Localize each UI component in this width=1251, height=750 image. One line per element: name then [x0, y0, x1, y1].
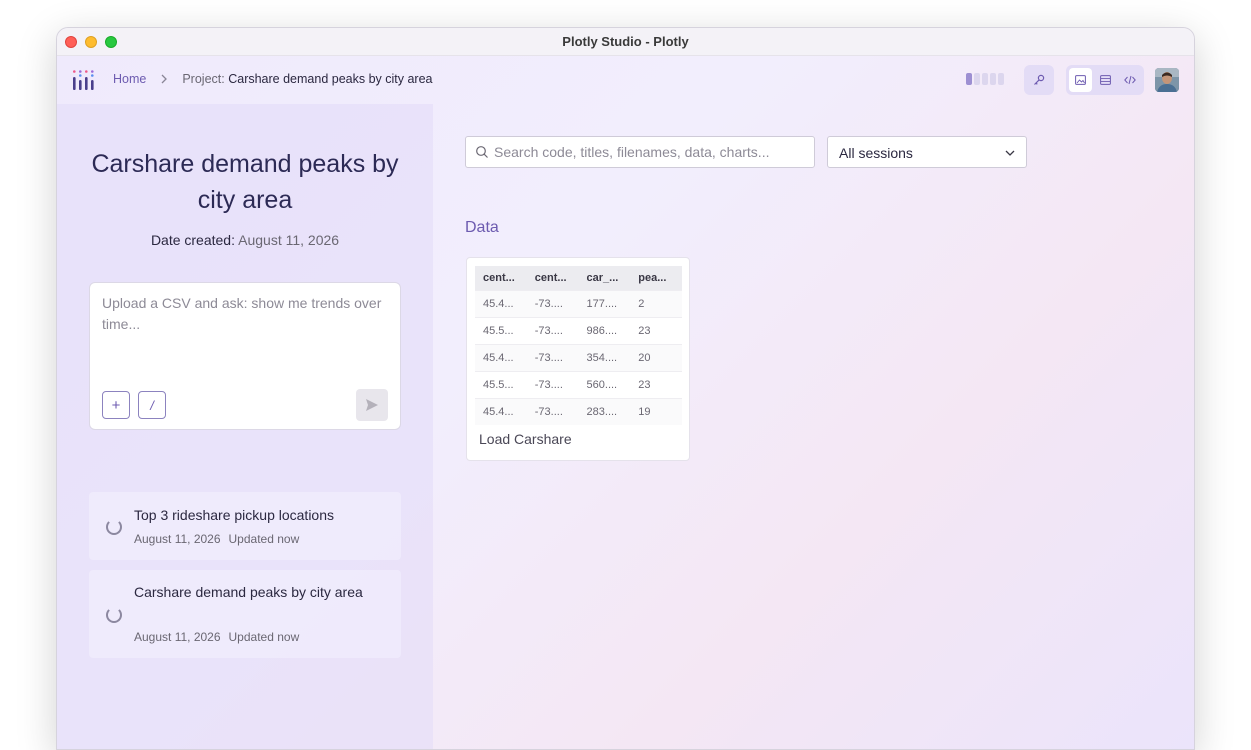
image-view-button[interactable] — [1069, 68, 1092, 92]
table-cell: 986.... — [578, 316, 631, 344]
slash-command-button[interactable]: / — [138, 391, 166, 419]
breadcrumb-project-name: Carshare demand peaks by city area — [228, 72, 433, 86]
session-updated: Updated now — [228, 630, 300, 644]
table-row: 45.4... -73.... 177.... 2 — [475, 289, 682, 317]
table-cell: -73.... — [526, 397, 579, 425]
usage-indicator — [966, 73, 1004, 85]
table-cell: -73.... — [526, 289, 579, 317]
session-date: August 11, 2026 — [134, 532, 221, 546]
slash-icon: / — [150, 397, 154, 413]
data-card-title: Load Carshare — [479, 431, 572, 447]
column-header: car_... — [578, 266, 631, 290]
api-key-button[interactable] — [1024, 65, 1054, 95]
image-view-icon — [1074, 75, 1086, 85]
search-icon — [476, 146, 488, 158]
table-row: 45.5... -73.... 560.... 23 — [475, 370, 682, 398]
table-cell: -73.... — [526, 343, 579, 371]
session-updated: Updated now — [228, 532, 300, 546]
table-cell: 283.... — [578, 397, 631, 425]
user-avatar[interactable] — [1155, 68, 1179, 92]
table-cell: 45.5... — [475, 370, 527, 398]
plotly-logo-icon[interactable] — [72, 70, 94, 90]
date-created: Date created: August 11, 2026 — [77, 232, 413, 248]
table-row: 45.5... -73.... 986.... 23 — [475, 316, 682, 344]
close-window-button[interactable] — [65, 36, 77, 48]
table-row: 45.4... -73.... 283.... 19 — [475, 397, 682, 425]
table-cell: -73.... — [526, 370, 579, 398]
search-field[interactable] — [465, 136, 815, 168]
data-section-heading: Data — [465, 219, 499, 236]
key-icon — [1034, 74, 1045, 85]
session-meta: August 11, 2026 Updated now — [134, 630, 299, 644]
column-header: cent... — [475, 266, 527, 290]
session-item[interactable]: Carshare demand peaks by city area Augus… — [89, 570, 401, 658]
app-window: Plotly Studio - Plotly Home Project: Car… — [56, 27, 1195, 750]
breadcrumb-project-label: Project: — [182, 72, 225, 86]
breadcrumb-home[interactable]: Home — [113, 72, 146, 86]
column-header: pea... — [630, 266, 682, 290]
table-cell: 45.4... — [475, 343, 527, 371]
table-cell: 23 — [630, 316, 682, 344]
avatar-image — [1155, 68, 1179, 92]
session-meta: August 11, 2026 Updated now — [134, 532, 299, 546]
table-cell: 45.4... — [475, 289, 527, 317]
table-cell: 2 — [630, 289, 682, 317]
table-row: 45.4... -73.... 354.... 20 — [475, 343, 682, 371]
usage-segment — [966, 73, 972, 85]
usage-segment — [974, 73, 980, 85]
usage-segment — [982, 73, 988, 85]
session-item[interactable]: Top 3 rideshare pickup locations August … — [89, 492, 401, 560]
breadcrumb: Home Project: Carshare demand peaks by c… — [113, 72, 433, 86]
code-view-button[interactable] — [1118, 68, 1141, 92]
send-icon — [366, 399, 378, 411]
date-created-value: August 11, 2026 — [238, 232, 340, 248]
send-button[interactable] — [356, 389, 388, 421]
code-view-icon — [1123, 75, 1136, 85]
session-filter-select[interactable]: All sessions — [827, 136, 1027, 168]
window-controls — [65, 36, 117, 48]
table-cell: 19 — [630, 397, 682, 425]
session-title: Top 3 rideshare pickup locations — [134, 507, 335, 523]
table-cell: 23 — [630, 370, 682, 398]
table-cell: 45.4... — [475, 397, 527, 425]
minimize-window-button[interactable] — [85, 36, 97, 48]
project-sidebar: Carshare demand peaks by city area Date … — [57, 104, 433, 749]
zoom-window-button[interactable] — [105, 36, 117, 48]
add-attachment-button[interactable]: + — [102, 391, 130, 419]
loading-spinner-icon — [106, 519, 122, 535]
data-preview-card[interactable]: cent... cent... car_... pea... 45.4... -… — [466, 257, 690, 461]
session-filter-value: All sessions — [839, 145, 913, 161]
title-bar: Plotly Studio - Plotly — [57, 28, 1194, 56]
table-cell: 45.5... — [475, 316, 527, 344]
prompt-placeholder[interactable]: Upload a CSV and ask: show me trends ove… — [102, 293, 382, 335]
plus-icon: + — [111, 396, 121, 414]
list-view-icon — [1099, 75, 1111, 85]
usage-segment — [990, 73, 996, 85]
column-header: cent... — [526, 266, 579, 290]
date-created-label: Date created: — [150, 232, 235, 248]
data-preview-table: cent... cent... car_... pea... 45.4... -… — [475, 266, 682, 425]
prompt-input-box[interactable]: Upload a CSV and ask: show me trends ove… — [89, 282, 401, 430]
search-input[interactable] — [494, 137, 806, 167]
table-header-row: cent... cent... car_... pea... — [475, 266, 682, 290]
loading-spinner-icon — [106, 607, 122, 623]
usage-segment — [998, 73, 1004, 85]
chevron-right-icon — [161, 74, 168, 84]
table-cell: 20 — [630, 343, 682, 371]
session-date: August 11, 2026 — [134, 630, 221, 644]
session-title: Carshare demand peaks by city area — [134, 584, 363, 600]
list-view-button[interactable] — [1094, 68, 1117, 92]
table-cell: 177.... — [578, 289, 631, 317]
project-title: Carshare demand peaks by city area — [91, 150, 399, 214]
table-cell: -73.... — [526, 316, 579, 344]
app-header: Home Project: Carshare demand peaks by c… — [57, 56, 1194, 104]
window-title: Plotly Studio - Plotly — [562, 34, 689, 49]
table-cell: 354.... — [578, 343, 631, 371]
table-cell: 560.... — [578, 370, 631, 398]
view-toggle-group — [1066, 65, 1144, 95]
chevron-down-icon — [1005, 150, 1015, 156]
breadcrumb-project: Project: Carshare demand peaks by city a… — [182, 72, 432, 86]
